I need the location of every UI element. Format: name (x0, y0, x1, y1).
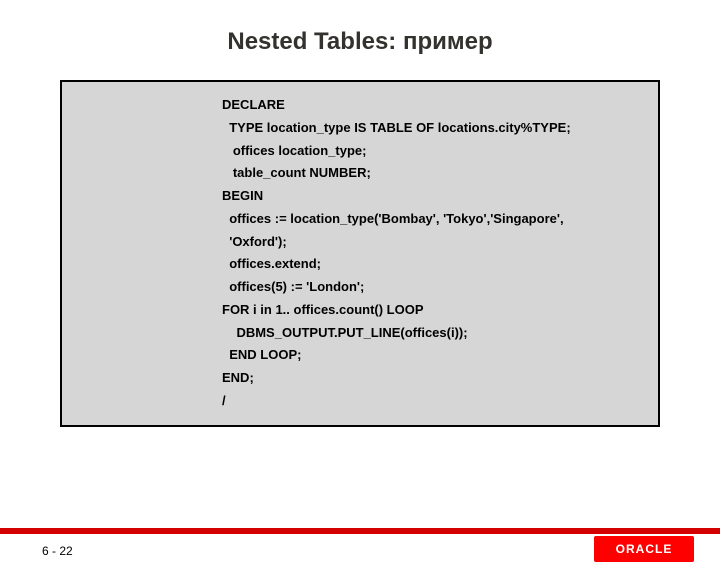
code-line: offices location_type; (222, 140, 648, 163)
code-line: FOR i in 1.. offices.count() LOOP (222, 299, 648, 322)
code-line: 'Oxford'); (222, 231, 648, 254)
page-number: 6 - 22 (42, 544, 73, 558)
code-block: DECLARE TYPE location_type IS TABLE OF l… (60, 80, 660, 427)
oracle-logo-text: ORACLE (616, 542, 673, 556)
code-line: DECLARE (222, 94, 648, 117)
footer-divider (0, 528, 720, 534)
slide-title: Nested Tables: пример (0, 28, 720, 56)
code-line: DBMS_OUTPUT.PUT_LINE(offices(i)); (222, 322, 648, 345)
code-line: END LOOP; (222, 344, 648, 367)
code-line: / (222, 390, 648, 413)
code-line: END; (222, 367, 648, 390)
code-line: offices.extend; (222, 253, 648, 276)
code-line: BEGIN (222, 185, 648, 208)
code-line: offices := location_type('Bombay', 'Toky… (222, 208, 648, 231)
code-line: TYPE location_type IS TABLE OF locations… (222, 117, 648, 140)
code-line: offices(5) := 'London'; (222, 276, 648, 299)
code-line: table_count NUMBER; (222, 162, 648, 185)
